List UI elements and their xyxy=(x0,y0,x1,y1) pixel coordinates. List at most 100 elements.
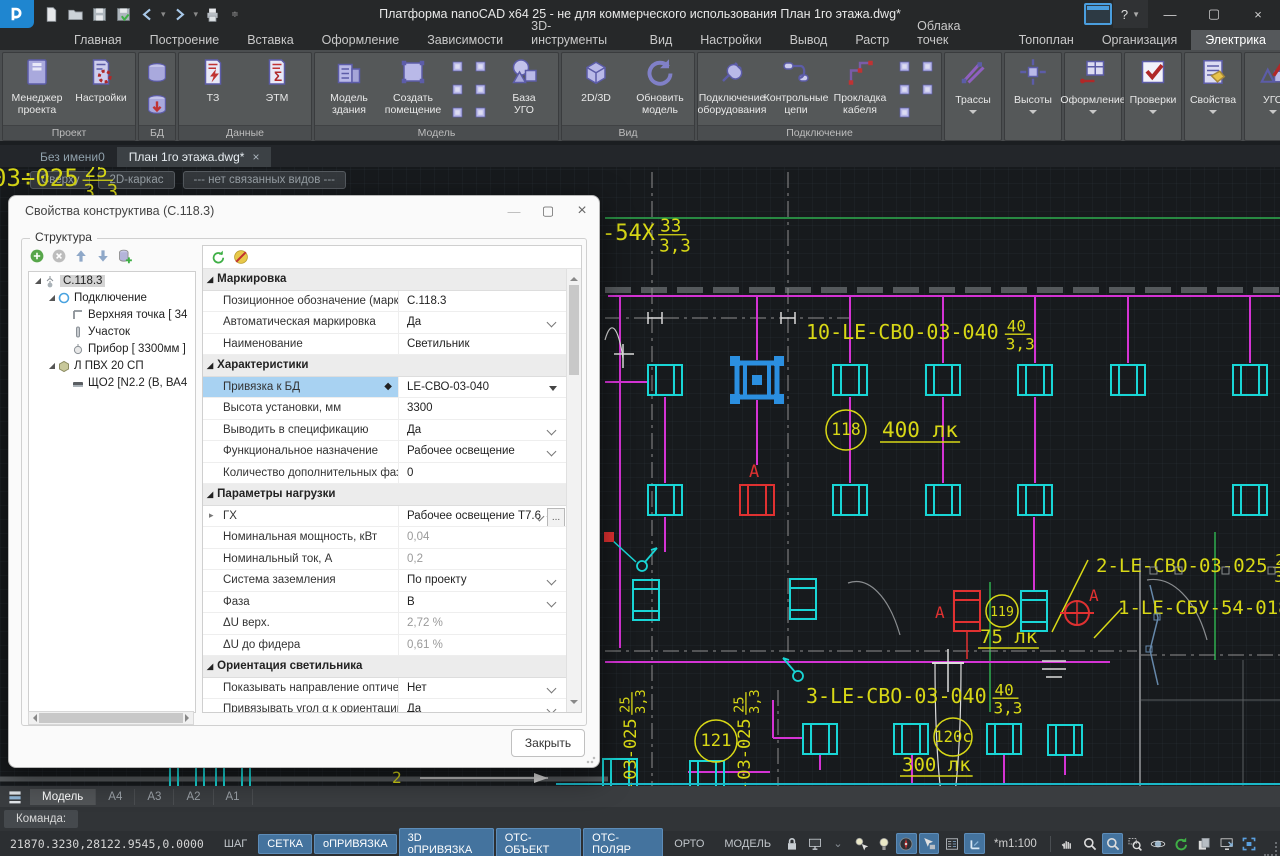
vscroll-thumb[interactable] xyxy=(569,285,579,375)
small-tool-icon[interactable] xyxy=(446,101,468,123)
dropdown-chevron-icon[interactable] xyxy=(547,447,557,457)
ribbon-tab-Вставка[interactable]: Вставка xyxy=(233,30,307,50)
property-row[interactable]: Функциональное назначениеРабочее освещен… xyxy=(203,441,567,463)
property-row[interactable]: НаименованиеСветильник xyxy=(203,334,567,356)
save-as-icon[interactable] xyxy=(112,3,134,25)
property-value[interactable]: Светильник xyxy=(399,334,567,355)
scroll-right-icon[interactable] xyxy=(185,714,193,722)
monarrow-icon[interactable] xyxy=(1216,833,1237,854)
tree-node[interactable]: ◢С.118.3 xyxy=(29,272,195,289)
viewport-control-button[interactable]: Сверху xyxy=(30,171,90,189)
expander-icon[interactable]: ◢ xyxy=(47,293,57,302)
ribbon-button[interactable]: Модель здания xyxy=(318,55,380,123)
ribbon-button[interactable]: База УГО xyxy=(493,55,555,123)
ribbon-tab-Организация[interactable]: Организация xyxy=(1088,30,1191,50)
status-toggle-ОРТО[interactable]: ОРТО xyxy=(665,834,713,854)
status-toggle-ОТС-ПОЛЯР[interactable]: ОТС-ПОЛЯР xyxy=(583,828,663,856)
dropdown-chevron-icon[interactable] xyxy=(547,683,557,693)
hand-icon[interactable] xyxy=(1057,833,1078,854)
property-row[interactable]: Привязывать угол α к ориентации У...Да xyxy=(203,699,567,712)
ribbon-dropd-button[interactable]: Трассы xyxy=(945,53,1001,140)
property-row[interactable]: ΔU до фидера0,61 % xyxy=(203,635,567,657)
ribbon-tab-Зависимости[interactable]: Зависимости xyxy=(413,30,517,50)
copys-icon[interactable] xyxy=(1193,833,1214,854)
dialog-title-bar[interactable]: Свойства конструктива (С.118.3) — ▢ × xyxy=(9,196,599,226)
grid-vscrollbar[interactable] xyxy=(566,269,581,712)
move-down-icon[interactable] xyxy=(94,247,112,265)
ribbon-tab-Оформление[interactable]: Оформление xyxy=(308,30,414,50)
ribbon-tab-Вид[interactable]: Вид xyxy=(636,30,687,50)
dropdown-arrow-icon[interactable] xyxy=(549,386,557,391)
dropdown-chevron-icon[interactable] xyxy=(547,597,557,607)
property-row[interactable]: Привязка к БД◆LE-СВО-03-040 xyxy=(203,377,567,399)
ribbon-tab-3D-инструменты[interactable]: 3D-инструменты xyxy=(517,16,636,50)
property-row[interactable]: Система заземленияПо проекту xyxy=(203,570,567,592)
property-row[interactable]: Показывать направление оптическо...Нет xyxy=(203,678,567,700)
qat-customize-icon[interactable]: ≑ xyxy=(231,9,239,20)
layout-tab-A4[interactable]: A4 xyxy=(96,789,135,805)
sync-db-icon[interactable] xyxy=(209,248,227,266)
dropdown-arrow-icon[interactable]: ▾ xyxy=(161,9,166,20)
undo-icon[interactable] xyxy=(136,3,158,25)
move-up-icon[interactable] xyxy=(72,247,90,265)
lock-icon[interactable] xyxy=(782,833,803,854)
small-tool-icon[interactable] xyxy=(469,78,491,100)
ribbon-tab-Главная[interactable]: Главная xyxy=(60,30,136,50)
cursorbox-icon[interactable] xyxy=(919,833,940,854)
tree-node[interactable]: ◢Подключение xyxy=(29,289,195,306)
ribbon-button[interactable]: Создать помещение xyxy=(382,55,444,123)
resize-grip[interactable] xyxy=(586,754,596,764)
dropdown-chevron-icon[interactable] xyxy=(547,576,557,586)
tree-node[interactable]: Верхняя точка [ 34 xyxy=(29,306,195,323)
small-tool-icon[interactable] xyxy=(469,101,491,123)
app-logo-icon[interactable] xyxy=(0,0,34,28)
ribbon-tab-Топоплан[interactable]: Топоплан xyxy=(1005,30,1088,50)
bulb-icon[interactable] xyxy=(873,833,894,854)
property-value[interactable]: 3300 xyxy=(399,398,567,419)
dropdown-chevron-icon[interactable] xyxy=(547,425,557,435)
ribbon-button[interactable]: Настройки xyxy=(70,55,132,123)
ribbon-button[interactable]: 2D/3D xyxy=(565,55,627,123)
small-tool-icon[interactable] xyxy=(893,55,915,77)
property-value[interactable]: Да xyxy=(399,420,567,441)
tree-node[interactable]: Участок xyxy=(29,323,195,340)
tree-node[interactable]: Прибор [ 3300мм ] xyxy=(29,340,195,357)
ribbon-dropd-button[interactable]: Высоты xyxy=(1005,53,1061,140)
small-tool-icon[interactable] xyxy=(916,78,938,100)
property-value[interactable]: По проекту xyxy=(399,570,567,591)
small-tool-icon[interactable] xyxy=(469,55,491,77)
scroll-left-icon[interactable] xyxy=(29,714,37,722)
new-file-icon[interactable] xyxy=(40,3,62,25)
ribbon-tab-Облака точек[interactable]: Облака точек xyxy=(903,16,1004,50)
tree-hscrollbar[interactable] xyxy=(28,711,194,725)
property-value[interactable]: 0,61 % xyxy=(399,635,567,656)
property-value[interactable]: Рабочее освещение xyxy=(399,441,567,462)
ribbon-tab-Настройки[interactable]: Настройки xyxy=(686,30,775,50)
status-toggle-оПРИВЯЗКА[interactable]: оПРИВЯЗКА xyxy=(314,834,397,854)
save-icon[interactable] xyxy=(88,3,110,25)
small-tool-icon[interactable] xyxy=(446,55,468,77)
expander-icon[interactable]: ◢ xyxy=(47,361,57,370)
layout-tab-A3[interactable]: A3 xyxy=(135,789,174,805)
add-item-icon[interactable] xyxy=(28,247,46,265)
ribbon-tab-Построение[interactable]: Построение xyxy=(136,30,234,50)
small-tool-icon[interactable] xyxy=(893,78,915,100)
status-toggle-3D оПРИВЯЗКА[interactable]: 3D оПРИВЯЗКА xyxy=(399,828,494,856)
monitor-icon[interactable] xyxy=(805,833,826,854)
property-row[interactable]: Автоматическая маркировкаДа xyxy=(203,312,567,334)
ribbon-dropd-button[interactable]: Оформление xyxy=(1065,53,1121,140)
delete-item-icon[interactable] xyxy=(50,247,68,265)
small-tool-icon[interactable] xyxy=(916,55,938,77)
expander-icon[interactable]: ◢ xyxy=(33,276,43,285)
property-value[interactable]: 0,04 xyxy=(399,527,567,548)
property-value[interactable]: В xyxy=(399,592,567,613)
property-row[interactable]: Количество дополнительных фазны...0 xyxy=(203,463,567,485)
property-row[interactable]: Номинальная мощность, кВт0,04 xyxy=(203,527,567,549)
db-icon[interactable] xyxy=(142,58,172,88)
print-icon[interactable] xyxy=(201,3,223,25)
browse-button[interactable]: ... xyxy=(547,508,565,527)
window-preview-icon[interactable] xyxy=(1083,2,1113,26)
property-value[interactable]: 2,72 % xyxy=(399,613,567,634)
compass-icon[interactable] xyxy=(896,833,917,854)
dropdown-arrow-icon[interactable]: ▾ xyxy=(194,9,199,20)
